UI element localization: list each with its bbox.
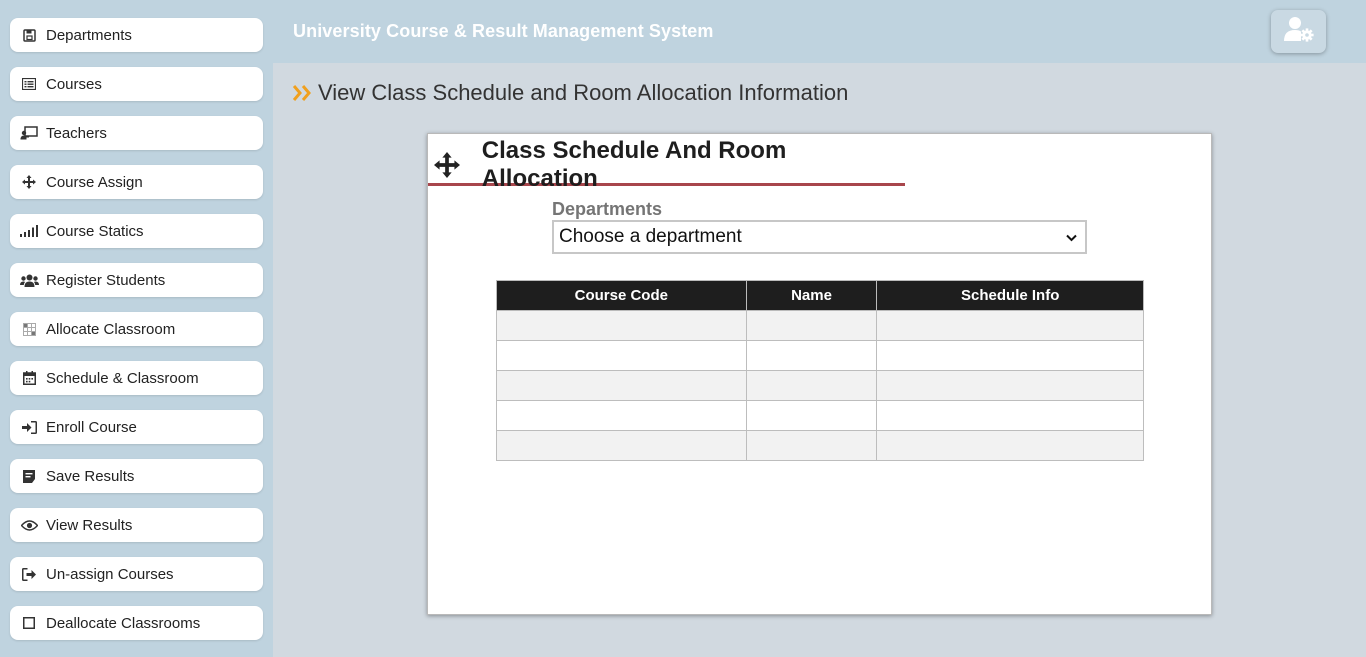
sidebar-item-label: Schedule & Classroom [46,369,199,387]
users-icon [10,274,46,287]
sidebar-item-teachers[interactable]: Teachers [10,116,263,150]
table-row [496,370,1144,401]
card-header: Class Schedule And Room Allocation [428,137,905,192]
sidebar-item-view-results[interactable]: View Results [10,508,263,542]
table-cell [745,310,878,341]
table-row [496,400,1144,431]
table-cell [745,400,878,431]
sidebar-item-course-assign[interactable]: Course Assign [10,165,263,199]
table-cell [496,400,747,431]
sidebar-item-course-statics[interactable]: Course Statics [10,214,263,248]
sidebar-item-label: Course Assign [46,173,143,191]
app-title: University Course & Result Management Sy… [293,21,714,41]
calendar-icon [10,371,46,385]
sidebar-item-label: Un-assign Courses [46,565,174,583]
move-arrows-icon [10,175,46,189]
sidebar-item-label: Course Statics [46,222,144,240]
column-header-schedule-info: Schedule Info [876,280,1144,311]
table-cell [876,430,1144,461]
sidebar-item-courses[interactable]: Courses [10,67,263,101]
table-cell [496,370,747,401]
square-icon [10,617,46,629]
sidebar-item-label: Departments [46,26,132,44]
table-cell [745,340,878,371]
move-arrows-icon[interactable] [434,151,462,178]
table-row [496,310,1144,341]
table-cell [876,340,1144,371]
sidebar-item-label: Teachers [46,124,107,142]
column-header-course-code: Course Code [496,280,747,311]
sidebar-item-label: Courses [46,75,102,93]
sidebar: Departments Courses Teachers Course Assi… [0,0,273,657]
sidebar-item-allocate-classroom[interactable]: Allocate Classroom [10,312,263,346]
sign-out-icon [10,567,46,581]
table-cell [496,310,747,341]
department-select-value: Choose a department [559,226,742,247]
schedule-table: Course Code Name Schedule Info [496,280,1144,461]
sidebar-item-register-students[interactable]: Register Students [10,263,263,297]
table-cell [496,340,747,371]
table-cell [496,430,747,461]
main-content: View Class Schedule and Room Allocation … [273,63,1366,657]
sidebar-item-unassign-courses[interactable]: Un-assign Courses [10,557,263,591]
sidebar-item-save-results[interactable]: Save Results [10,459,263,493]
department-select[interactable]: Choose a department [552,220,1087,254]
sidebar-item-label: Deallocate Classrooms [46,614,201,632]
chevron-down-icon [1066,226,1077,248]
page-title: View Class Schedule and Room Allocation … [318,80,849,105]
sidebar-item-deallocate-classrooms[interactable]: Deallocate Classrooms [10,606,263,640]
list-icon [10,78,46,90]
sidebar-item-schedule-classroom[interactable]: Schedule & Classroom [10,361,263,395]
sign-in-icon [10,420,46,434]
table-cell [876,310,1144,341]
table-cell [876,400,1144,431]
card-title: Class Schedule And Room Allocation [481,136,787,192]
admin-settings-button[interactable] [1271,10,1326,53]
save-icon [10,28,46,42]
sidebar-item-label: View Results [46,516,133,534]
sidebar-item-departments[interactable]: Departments [10,18,263,52]
sidebar-item-label: Enroll Course [46,418,137,436]
signal-bars-icon [10,225,46,237]
user-gear-icon [1283,16,1314,47]
sidebar-item-enroll-course[interactable]: Enroll Course [10,410,263,444]
top-header: University Course & Result Management Sy… [273,0,1366,63]
column-header-name: Name [745,280,878,311]
sidebar-item-label: Register Students [46,271,166,289]
sidebar-item-label: Allocate Classroom [46,320,176,338]
table-cell [876,370,1144,401]
sidebar-item-label: Save Results [46,467,135,485]
chalkboard-teacher-icon [10,126,46,140]
grid-icon [10,322,46,336]
page-heading: View Class Schedule and Room Allocation … [293,80,848,106]
table-cell [745,430,878,461]
departments-label: Departments [552,199,663,219]
eye-icon [10,519,46,531]
table-row [496,340,1144,371]
double-chevron-right-icon [293,85,312,101]
table-row [496,430,1144,461]
table-cell [745,370,878,401]
table-header-row: Course Code Name Schedule Info [496,280,1144,311]
schedule-card: Class Schedule And Room Allocation Depar… [427,133,1212,615]
file-text-icon [10,469,46,483]
